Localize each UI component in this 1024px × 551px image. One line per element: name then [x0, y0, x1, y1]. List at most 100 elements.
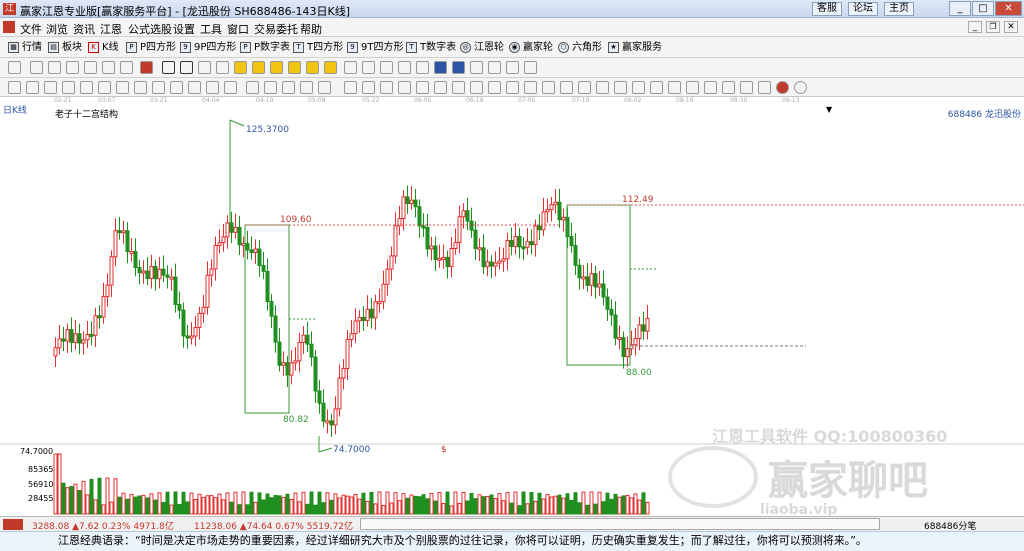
indicator-icon[interactable]	[170, 81, 183, 94]
gann-tool-icon[interactable]	[270, 61, 283, 74]
menu-file[interactable]: 文件	[20, 21, 42, 37]
menu-info[interactable]: 资讯	[73, 21, 95, 37]
indicator-icon[interactable]	[98, 81, 111, 94]
toolbar-9t-square-button[interactable]: 9 9T四方形	[347, 40, 403, 55]
draw-tool-icon[interactable]	[102, 61, 115, 74]
open-icon[interactable]	[452, 61, 465, 74]
menu-help[interactable]: 帮助	[300, 21, 322, 37]
indicator-icon[interactable]	[26, 81, 39, 94]
close-icon[interactable]: ✕	[995, 1, 1022, 16]
toolbar-winner-wheel-button[interactable]: ◉ 赢家轮	[509, 40, 553, 55]
toolbar-p-square-button[interactable]: P P四方形	[126, 40, 176, 55]
toolbar-kline-button[interactable]: K K线	[88, 40, 119, 55]
indicator-icon[interactable]	[416, 81, 429, 94]
gann-tool-icon[interactable]	[252, 61, 265, 74]
crosshair-icon[interactable]	[362, 61, 375, 74]
infinity-icon[interactable]	[794, 81, 807, 94]
menu-settings[interactable]: 设置	[173, 21, 195, 37]
toolbar-sector-button[interactable]: ▤ 板块	[48, 40, 82, 55]
draw-tool-icon[interactable]	[30, 61, 43, 74]
copy-icon[interactable]	[488, 61, 501, 74]
indicator-icon[interactable]	[344, 81, 357, 94]
indicator-icon[interactable]	[578, 81, 591, 94]
indicator-icon[interactable]	[758, 81, 771, 94]
dropdown-icon[interactable]: ▼	[826, 105, 832, 114]
indicator-icon[interactable]	[188, 81, 201, 94]
print-icon[interactable]	[470, 61, 483, 74]
indicator-icon[interactable]	[704, 81, 717, 94]
indicator-icon[interactable]	[434, 81, 447, 94]
indicator-icon[interactable]	[8, 81, 21, 94]
ticker-scrollbar[interactable]	[360, 518, 880, 530]
indicator-icon[interactable]	[452, 81, 465, 94]
gann-tool-icon[interactable]	[234, 61, 247, 74]
menu-trade[interactable]: 交易委托	[254, 21, 298, 37]
indicator-icon[interactable]	[44, 81, 57, 94]
indicator-icon[interactable]	[264, 81, 277, 94]
tool-icon[interactable]	[524, 61, 537, 74]
indicator-icon[interactable]	[614, 81, 627, 94]
indicator-icon[interactable]	[206, 81, 219, 94]
gann-tool-icon[interactable]	[288, 61, 301, 74]
gann-tool-icon[interactable]	[306, 61, 319, 74]
minimize-icon[interactable]: _	[949, 1, 971, 16]
indicator-icon[interactable]	[246, 81, 259, 94]
gann-tool-icon[interactable]	[324, 61, 337, 74]
menu-window[interactable]: 窗口	[227, 21, 249, 37]
indicator-icon[interactable]	[300, 81, 313, 94]
indicator-icon[interactable]	[62, 81, 75, 94]
indicator-icon[interactable]	[282, 81, 295, 94]
indicator-icon[interactable]	[542, 81, 555, 94]
indicator-icon[interactable]	[560, 81, 573, 94]
toolbar-quote-button[interactable]: ▦ 行情	[8, 40, 42, 55]
indicator-icon[interactable]	[362, 81, 375, 94]
menu-gann[interactable]: 江恩	[100, 21, 122, 37]
indicator-icon[interactable]	[380, 81, 393, 94]
menu-tools[interactable]: 工具	[200, 21, 222, 37]
indicator-icon[interactable]	[318, 81, 331, 94]
indicator-icon[interactable]	[686, 81, 699, 94]
indicator-icon[interactable]	[650, 81, 663, 94]
draw-tool-icon[interactable]	[48, 61, 61, 74]
left-arrow-icon[interactable]	[198, 61, 211, 74]
indicator-icon[interactable]	[524, 81, 537, 94]
eraser-icon[interactable]	[416, 61, 429, 74]
indicator-icon[interactable]	[632, 81, 645, 94]
indicator-icon[interactable]	[224, 81, 237, 94]
indicator-icon[interactable]	[470, 81, 483, 94]
doc-minimize-icon[interactable]: _	[968, 21, 982, 33]
zoom-icon[interactable]	[398, 61, 411, 74]
maximize-icon[interactable]: □	[972, 1, 994, 16]
indicator-icon[interactable]	[116, 81, 129, 94]
indicator-icon[interactable]	[506, 81, 519, 94]
indicator-icon[interactable]	[152, 81, 165, 94]
service-link-button[interactable]: 客服	[812, 2, 842, 16]
toolbar-t-square-button[interactable]: T T四方形	[293, 40, 343, 55]
hand-icon[interactable]	[344, 61, 357, 74]
save-icon[interactable]	[434, 61, 447, 74]
doc-restore-icon[interactable]: ❐	[986, 21, 1000, 33]
draw-tool-icon[interactable]	[8, 61, 21, 74]
indicator-icon[interactable]	[596, 81, 609, 94]
draw-tool-icon[interactable]	[140, 61, 153, 74]
indicator-icon[interactable]	[134, 81, 147, 94]
toolbar-t-table-button[interactable]: T T数字表	[406, 40, 456, 55]
indicator-icon[interactable]	[740, 81, 753, 94]
toolbar-service-button[interactable]: ★ 赢家服务	[608, 40, 662, 55]
indicator-icon[interactable]	[398, 81, 411, 94]
forum-link-button[interactable]: 论坛	[848, 2, 878, 16]
indicator-icon[interactable]	[722, 81, 735, 94]
draw-tool-icon[interactable]	[120, 61, 133, 74]
toolbar-p-table-button[interactable]: P P数字表	[240, 40, 290, 55]
menu-browse[interactable]: 浏览	[46, 21, 68, 37]
draw-tool-icon[interactable]	[66, 61, 79, 74]
doc-close-icon[interactable]: ✕	[1004, 21, 1018, 33]
toolbar-9p-square-button[interactable]: 9 9P四方形	[180, 40, 236, 55]
kline-chart[interactable]: 125.3700 109.60 80.82 74.7000 112.49 88.…	[0, 116, 1024, 516]
toolbar-hexagon-button[interactable]: ⬡ 六角形	[558, 40, 602, 55]
draw-tool-icon[interactable]	[84, 61, 97, 74]
right-arrow-icon[interactable]	[216, 61, 229, 74]
indicator-icon[interactable]	[668, 81, 681, 94]
home-link-button[interactable]: 主页	[884, 2, 914, 16]
first-icon[interactable]	[162, 61, 175, 74]
